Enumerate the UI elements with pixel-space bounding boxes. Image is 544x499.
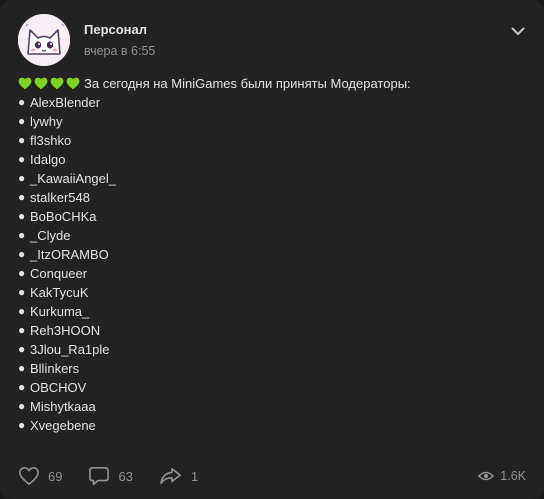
- moderator-name: _KawaiiAngel_: [30, 171, 117, 186]
- bullet: ●: [18, 228, 26, 242]
- green-heart-icon: [18, 77, 32, 90]
- green-heart-icon: [66, 77, 80, 90]
- bullet: ●: [18, 190, 26, 204]
- post-header: Персонал вчера в 6:55: [18, 14, 155, 66]
- bullet: ●: [18, 247, 26, 261]
- moderator-name: Kurkuma_: [30, 304, 90, 319]
- comment-icon: [89, 467, 110, 485]
- chevron-down-icon: [511, 27, 525, 35]
- bullet: ●: [18, 304, 26, 318]
- cat-avatar-icon: [18, 14, 70, 66]
- bullet: ●: [18, 361, 26, 375]
- moderator-name: stalker548: [30, 190, 90, 205]
- bullet: ●: [18, 323, 26, 337]
- moderator-name: lywhy: [30, 114, 63, 129]
- moderator-name: _ItzORAMBO: [30, 247, 109, 262]
- moderator-name: Reh3HOON: [30, 323, 101, 338]
- list-item: ● Conqueer: [18, 264, 528, 283]
- list-item: ● stalker548: [18, 188, 528, 207]
- green-heart-icon: [34, 77, 48, 90]
- list-item: ● lywhy: [18, 112, 528, 131]
- moderator-name: Idalgo: [30, 152, 66, 167]
- share-button[interactable]: 1: [159, 466, 198, 486]
- hearts-group: [18, 77, 80, 90]
- bullet: ●: [18, 171, 26, 185]
- heart-outline-icon: [19, 467, 39, 485]
- moderator-name: Mishytkaaa: [30, 399, 96, 414]
- moderator-name: OBCHOV: [30, 380, 87, 395]
- list-item: ● Bllinkers: [18, 359, 528, 378]
- author-block: Персонал вчера в 6:55: [84, 22, 155, 59]
- moderator-name: KakTycuK: [30, 285, 89, 300]
- bullet: ●: [18, 95, 26, 109]
- list-item: ● Xvegebene: [18, 416, 528, 435]
- views-count: 1.6K: [500, 469, 526, 483]
- bullet: ●: [18, 399, 26, 413]
- post-footer: 69 63 1 1.6K: [18, 462, 526, 490]
- bullet: ●: [18, 380, 26, 394]
- comment-button[interactable]: 63: [88, 466, 133, 486]
- moderator-list: ● AlexBlender ● lywhy ● fl3shko ● Idalgo ● _Kawai…: [18, 93, 528, 435]
- post-intro-text: За сегодня на MiniGames были приняты Мод…: [84, 76, 411, 91]
- post-content: За сегодня на MiniGames были приняты Мод…: [18, 74, 528, 435]
- moderator-name: fl3shko: [30, 133, 72, 148]
- avatar[interactable]: [18, 14, 70, 66]
- list-item: ● _Clyde: [18, 226, 528, 245]
- author-name[interactable]: Персонал: [84, 22, 155, 38]
- more-options-button[interactable]: [510, 24, 526, 38]
- eye-icon: [478, 471, 495, 481]
- bullet: ●: [18, 266, 26, 280]
- post-card: Персонал вчера в 6:55 За сегодня на Mini…: [0, 0, 544, 499]
- list-item: ● KakTycuK: [18, 283, 528, 302]
- moderator-name: Xvegebene: [30, 418, 96, 433]
- like-count: 69: [48, 468, 63, 484]
- list-item: ● fl3shko: [18, 131, 528, 150]
- list-item: ● Kurkuma_: [18, 302, 528, 321]
- views-counter: 1.6K: [478, 469, 526, 483]
- list-item: ● OBCHOV: [18, 378, 528, 397]
- bullet: ●: [18, 152, 26, 166]
- like-button[interactable]: 69: [18, 466, 62, 486]
- share-count: 1: [190, 468, 199, 484]
- list-item: ● _ItzORAMBO: [18, 245, 528, 264]
- list-item: ● Idalgo: [18, 150, 528, 169]
- list-item: ● _KawaiiAngel_: [18, 169, 528, 188]
- moderator-name: Conqueer: [30, 266, 88, 281]
- list-item: ● AlexBlender: [18, 93, 528, 112]
- share-icon: [160, 467, 181, 485]
- bullet: ●: [18, 285, 26, 299]
- list-item: ● Reh3HOON: [18, 321, 528, 340]
- list-item: ● 3Jlou_Ra1ple: [18, 340, 528, 359]
- bullet: ●: [18, 133, 26, 147]
- green-heart-icon: [50, 77, 64, 90]
- moderator-name: AlexBlender: [30, 95, 101, 110]
- bullet: ●: [18, 342, 26, 356]
- post-time[interactable]: вчера в 6:55: [84, 44, 155, 59]
- moderator-name: BoBoCHKa: [30, 209, 97, 224]
- bullet: ●: [18, 418, 26, 432]
- bullet: ●: [18, 114, 26, 128]
- moderator-name: 3Jlou_Ra1ple: [30, 342, 110, 357]
- moderator-name: _Clyde: [30, 228, 71, 243]
- bullet: ●: [18, 209, 26, 223]
- list-item: ● BoBoCHKa: [18, 207, 528, 226]
- list-item: ● Mishytkaaa: [18, 397, 528, 416]
- comment-count: 63: [118, 468, 133, 484]
- post-intro-line: За сегодня на MiniGames были приняты Мод…: [18, 74, 528, 93]
- moderator-name: Bllinkers: [30, 361, 80, 376]
